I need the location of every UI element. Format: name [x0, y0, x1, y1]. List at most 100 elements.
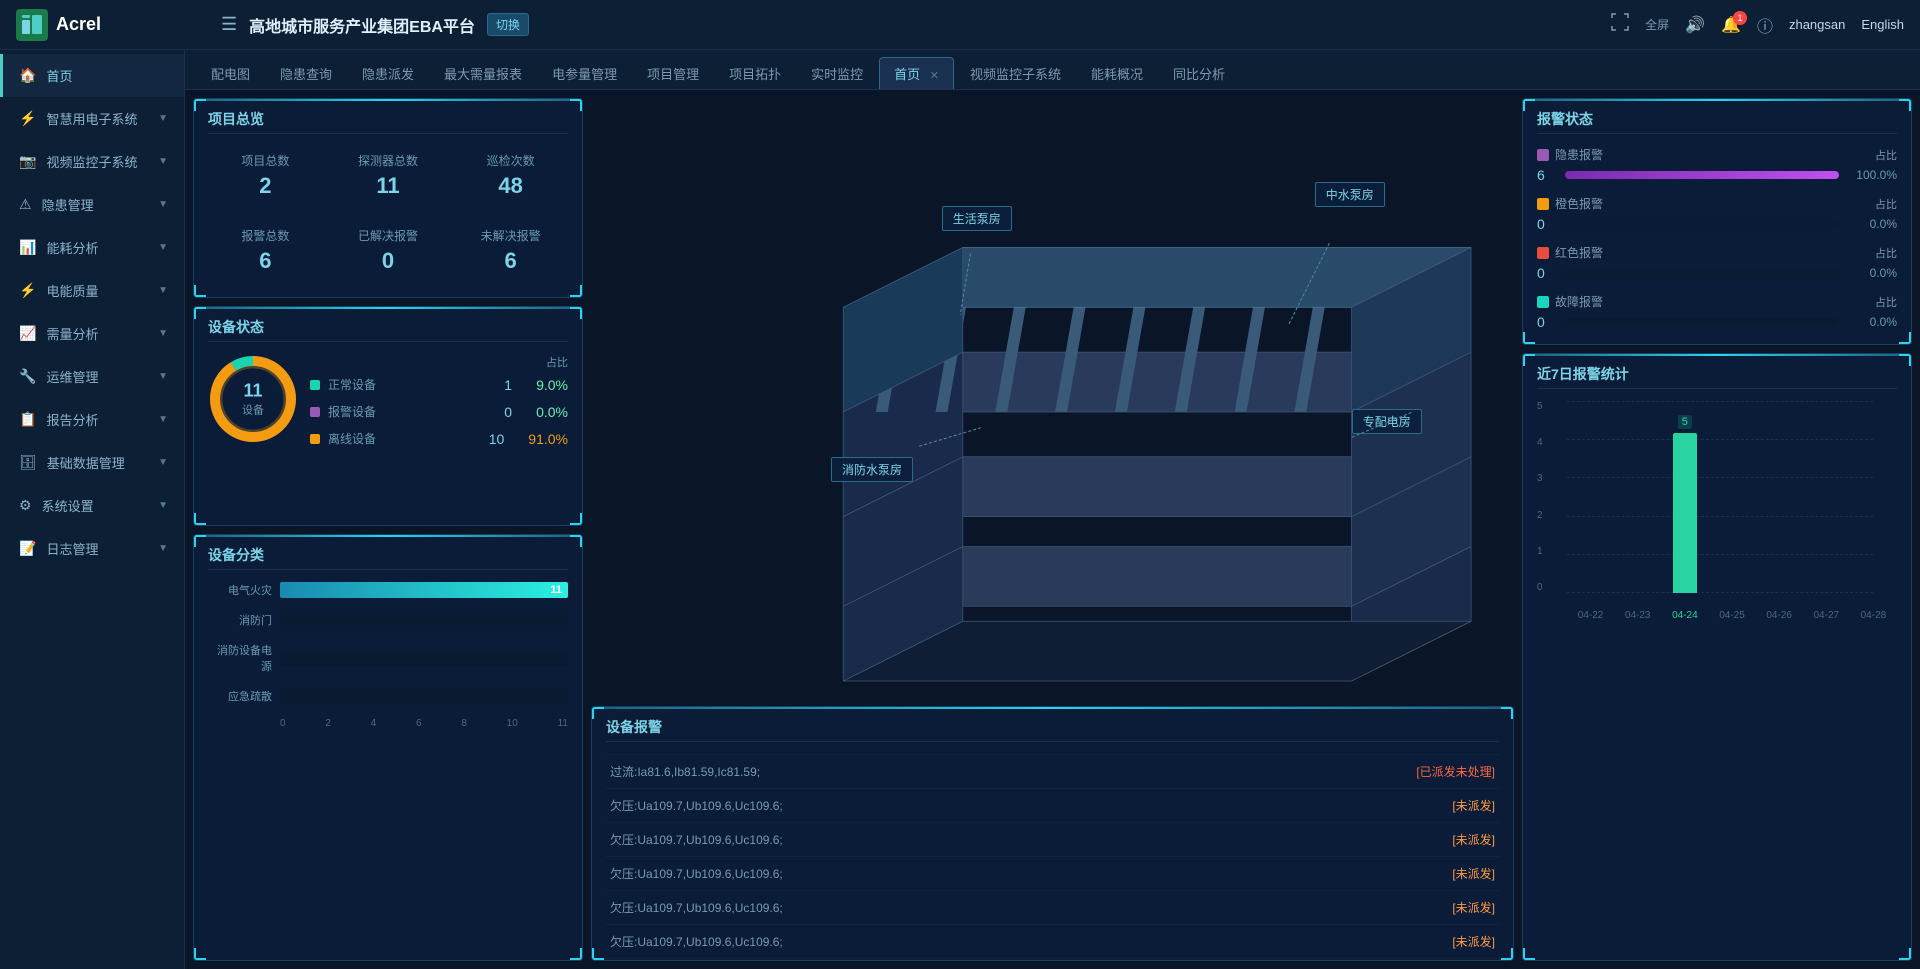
- tab-compare[interactable]: 同比分析: [1159, 58, 1239, 89]
- legend-label-normal: 正常设备: [328, 376, 376, 393]
- notification-bell[interactable]: 🔔 1: [1721, 15, 1741, 35]
- chevron-icon-11: ▼: [158, 543, 168, 554]
- sidebar-label-power-quality: 电能质量: [46, 281, 98, 300]
- alert-status-5: [未派发]: [1452, 933, 1495, 950]
- donut-center: 11 设备: [242, 381, 264, 418]
- sidebar-item-reports[interactable]: 📋 报告分析 ▼: [0, 398, 184, 441]
- username: zhangsan: [1789, 17, 1845, 32]
- sidebar-item-settings[interactable]: ⚙ 系统设置 ▼: [0, 484, 184, 527]
- legend-dot-normal: [310, 380, 320, 390]
- alert-fault-section: 故障报警 占比 0 0.0%: [1537, 293, 1897, 330]
- stat-value-unresolved: 6: [459, 248, 562, 274]
- alert-text-2: 欠压:Ua109.7,Ub109.6,Uc109.6;: [610, 831, 1452, 848]
- stat-label-project-total: 项目总数: [214, 152, 317, 169]
- alert-row-0: 过流:Ia81.6,Ib81.59,Ic81.59; [已派发未处理]: [606, 754, 1499, 789]
- stat-label-unresolved: 未解决报警: [459, 227, 562, 244]
- project-overview-title: 项目总览: [208, 109, 568, 134]
- tab-close-icon[interactable]: ✕: [930, 70, 939, 82]
- donut-total: 11: [242, 381, 264, 402]
- tab-electric-params[interactable]: 电参量管理: [538, 58, 631, 89]
- stat-patrol-count: 巡检次数 48: [453, 146, 568, 205]
- x-label-11: 11: [558, 718, 568, 729]
- sidebar-item-hazard[interactable]: ⚠ 隐患管理 ▼: [0, 183, 184, 226]
- sidebar-item-ops[interactable]: 🔧 运维管理 ▼: [0, 355, 184, 398]
- tab-home[interactable]: 首页 ✕: [879, 57, 954, 89]
- switch-button[interactable]: 切换: [487, 13, 529, 36]
- alert-orange-section: 橙色报警 占比 0 0.0%: [1537, 195, 1897, 232]
- tab-project-mgmt[interactable]: 项目管理: [633, 58, 713, 89]
- donut-chart: 11 设备: [208, 354, 298, 444]
- hbar-track-fire-power: [280, 650, 568, 666]
- label-special-electric: 专配电房: [1352, 409, 1422, 434]
- tab-project-topo[interactable]: 项目拓扑: [715, 58, 795, 89]
- menu-icon[interactable]: ☰: [221, 14, 237, 35]
- sidebar-item-base-data[interactable]: 🗄 基础数据管理 ▼: [0, 441, 184, 484]
- y-label-4: 4: [1537, 437, 1561, 448]
- tab-max-demand[interactable]: 最大需量报表: [430, 58, 536, 89]
- label-living-pump: 生活泵房: [942, 206, 1012, 231]
- fullscreen-icon[interactable]: [1611, 13, 1629, 36]
- alert-text-4: 欠压:Ua109.7,Ub109.6,Uc109.6;: [610, 899, 1452, 916]
- sidebar-item-energy[interactable]: 📊 能耗分析 ▼: [0, 226, 184, 269]
- stat-alert-total: 报警总数 6: [208, 221, 323, 280]
- legend-header-pct: 占比: [546, 354, 568, 370]
- alert-color-orange: [1537, 198, 1549, 210]
- sidebar-item-power-quality[interactable]: ⚡ 电能质量 ▼: [0, 269, 184, 312]
- hbar-label-fire-power: 消防设备电源: [208, 642, 272, 674]
- tab-realtime-monitor[interactable]: 实时监控: [797, 58, 877, 89]
- x-label-04-27: 04-27: [1813, 610, 1839, 621]
- alert-count-hazard: 6: [1537, 167, 1557, 183]
- ops-icon: 🔧: [19, 368, 36, 385]
- chevron-icon-9: ▼: [158, 457, 168, 468]
- language[interactable]: English: [1861, 17, 1904, 32]
- sidebar-item-smart-electric[interactable]: ⚡ 智慧用电子系统 ▼: [0, 97, 184, 140]
- tab-video-system[interactable]: 视频监控子系统: [956, 58, 1075, 89]
- sidebar-item-home[interactable]: 🏠 首页: [0, 54, 184, 97]
- alert-row-3: 欠压:Ua109.7,Ub109.6,Uc109.6; [未派发]: [606, 857, 1499, 891]
- sidebar-item-logs[interactable]: 📝 日志管理 ▼: [0, 527, 184, 570]
- y-label-0: 0: [1537, 582, 1561, 593]
- tab-yinhuan-chaxun[interactable]: 隐患查询: [266, 58, 346, 89]
- tab-yinhuan-pafa[interactable]: 隐患派发: [348, 58, 428, 89]
- topbar: Acrel ☰ 高地城市服务产业集团EBA平台 切换 全屏 🔊 🔔 1 ⓘ zh…: [0, 0, 1920, 50]
- alert-status-3: [未派发]: [1452, 865, 1495, 882]
- x-label-8: 8: [461, 718, 467, 729]
- nav-tabs: 配电图 隐患查询 隐患派发 最大需量报表 电参量管理 项目管理 项目拓扑 实时监…: [185, 50, 1920, 90]
- tab-energy-overview[interactable]: 能耗概况: [1077, 58, 1157, 89]
- app-title: 高地城市服务产业集团EBA平台: [249, 13, 475, 37]
- alert-row-1: 欠压:Ua109.7,Ub109.6,Uc109.6; [未派发]: [606, 789, 1499, 823]
- alert-pct-orange: 0.0%: [1847, 217, 1897, 231]
- chevron-icon-6: ▼: [158, 328, 168, 339]
- hbar-track-emergency: [280, 688, 568, 704]
- bar-04-24: 5: [1673, 433, 1697, 593]
- alert-status-title: 报警状态: [1537, 109, 1897, 134]
- volume-icon[interactable]: 🔊: [1685, 15, 1705, 35]
- sidebar-item-video[interactable]: 📷 视频监控子系统 ▼: [0, 140, 184, 183]
- legend-offline: 离线设备 10 91.0%: [310, 430, 568, 447]
- label-fire-pump: 消防水泵房: [831, 457, 913, 482]
- sidebar-item-demand[interactable]: 📈 需量分析 ▼: [0, 312, 184, 355]
- sidebar-label-smart-electric: 智慧用电子系统: [46, 109, 137, 128]
- logo-text: Acrel: [56, 14, 101, 35]
- help-icon[interactable]: ⓘ: [1757, 13, 1773, 37]
- y-label-1: 1: [1537, 546, 1561, 557]
- x-label-04-22: 04-22: [1578, 610, 1604, 621]
- hbar-fill-electric: [280, 582, 568, 598]
- x-label-2: 2: [325, 718, 331, 729]
- center-column: 生活泵房 中水泵房 专配电房 消防水泵房: [591, 98, 1514, 961]
- alert-row-4: 欠压:Ua109.7,Ub109.6,Uc109.6; [未派发]: [606, 891, 1499, 925]
- alert-status-4: [未派发]: [1452, 899, 1495, 916]
- legend-normal: 正常设备 1 9.0%: [310, 376, 568, 393]
- alert-status-0: [已派发未处理]: [1416, 763, 1495, 780]
- x-label-04-25: 04-25: [1719, 610, 1745, 621]
- y-label-5: 5: [1537, 401, 1561, 412]
- device-status-title: 设备状态: [208, 317, 568, 342]
- sidebar-label-base-data: 基础数据管理: [47, 453, 125, 472]
- x-label-6: 6: [416, 718, 422, 729]
- home-icon: 🏠: [19, 67, 36, 84]
- hbar-row-fire-door: 消防门: [208, 612, 568, 628]
- alert-text-1: 欠压:Ua109.7,Ub109.6,Uc109.6;: [610, 797, 1452, 814]
- tab-peidiantu[interactable]: 配电图: [197, 58, 264, 89]
- device-status-content: 11 设备 占比: [208, 354, 568, 457]
- logo-icon: [16, 9, 48, 41]
